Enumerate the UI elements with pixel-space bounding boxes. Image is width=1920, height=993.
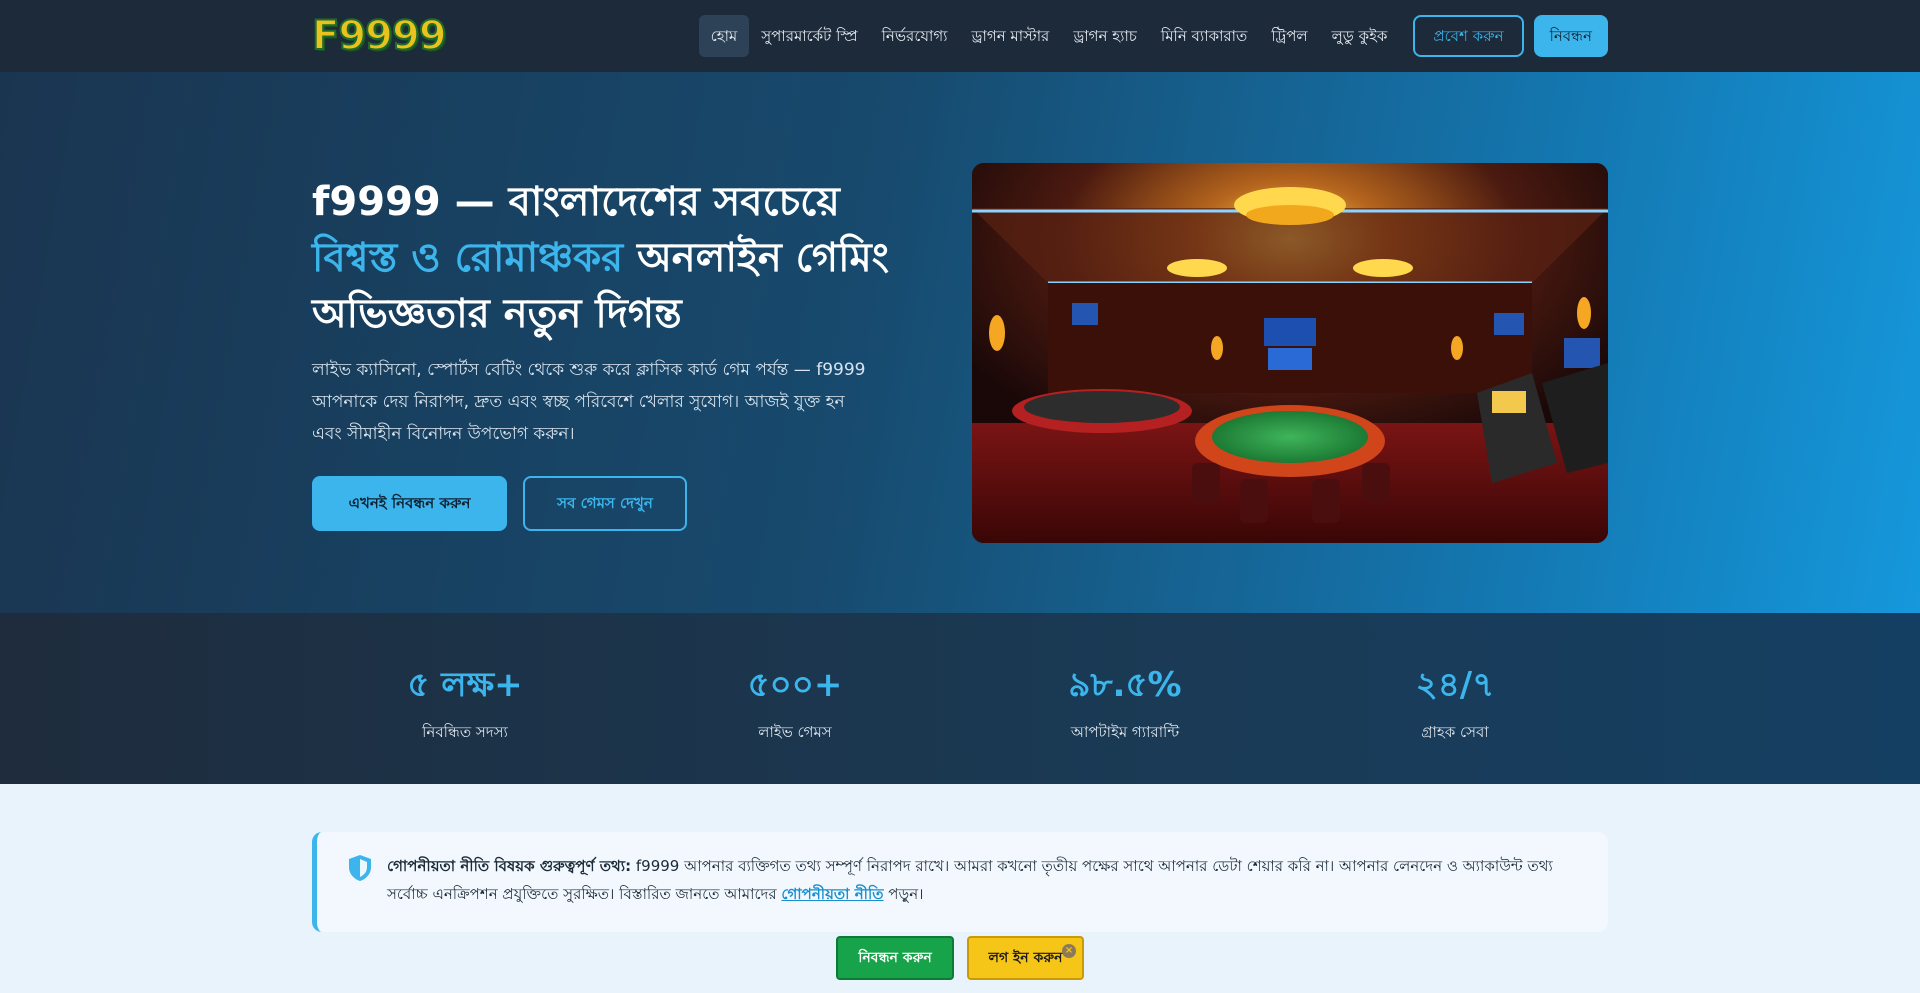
stat-members: ৫ লক্ষ+ নিবন্ধিত সদস্য [345, 663, 585, 746]
stat-uptime: ৯৮.৫% আপটাইম গ্যারান্টি [1005, 663, 1245, 746]
floating-login-button[interactable]: লগ ইন করুন × [967, 936, 1084, 980]
hero-section: f9999 — বাংলাদেশের সবচেয়ে বিশ্বস্ত ও রো… [0, 72, 1920, 613]
privacy-policy-link[interactable]: গোপনীয়তা নীতি [781, 885, 883, 903]
stat-label: আপটাইম গ্যারান্টি [1070, 723, 1180, 741]
view-all-games-button[interactable]: সব গেমস দেখুন [523, 476, 687, 531]
stats-section: ৫ লক্ষ+ নিবন্ধিত সদস্য ৫০০+ লাইভ গেমস ৯৮… [0, 613, 1920, 784]
floating-action-bar: নিবন্ধন করুন লগ ইন করুন × [0, 934, 1920, 990]
hero-subtitle: লাইভ ক্যাসিনো, স্পোর্টস বেটিং থেকে শুরু … [312, 360, 866, 444]
menu-item-dragon-master[interactable]: ড্রাগন মাস্টার [960, 15, 1062, 57]
menu-item-triple[interactable]: ট্রিপল [1259, 15, 1319, 57]
shield-icon [349, 855, 371, 881]
menu-item-ludo-quick[interactable]: লুডু কুইক [1320, 15, 1400, 57]
login-button[interactable]: প্রবেশ করুন [1413, 15, 1524, 57]
stat-value: ২৪/৭ [1415, 665, 1495, 705]
hero-title: f9999 — বাংলাদেশের সবচেয়ে বিশ্বস্ত ও রো… [312, 174, 932, 342]
casino-room-image [972, 163, 1608, 543]
privacy-notice-text: গোপনীয়তা নীতি বিষয়ক গুরুত্বপূর্ণ তথ্য:… [387, 852, 1592, 908]
stat-value: ৯৮.৫% [1068, 665, 1182, 705]
menu-item-dragon-hatch[interactable]: ড্রাগন হ্যাচ [1061, 15, 1149, 57]
stat-label: লাইভ গেমস [758, 723, 832, 741]
privacy-notice: গোপনীয়তা নীতি বিষয়ক গুরুত্বপূর্ণ তথ্য:… [312, 832, 1608, 932]
stat-value: ৫ লক্ষ+ [407, 665, 523, 705]
register-now-button[interactable]: এখনই নিবন্ধন করুন [312, 476, 507, 531]
stat-live-games: ৫০০+ লাইভ গেমস [675, 663, 915, 746]
menu-item-supermarket-spree[interactable]: সুপারমার্কেট স্প্রি [749, 15, 869, 57]
register-button[interactable]: নিবন্ধন [1533, 15, 1608, 57]
stat-label: নিবন্ধিত সদস্য [422, 723, 508, 741]
privacy-notice-tail: পড়ুন। [883, 885, 924, 903]
close-icon[interactable]: × [1062, 944, 1076, 958]
hero-title-part1: f9999 — বাংলাদেশের সবচেয়ে [312, 179, 840, 225]
menu-item-mini-baccarat[interactable]: মিনি ব্যাকারাত [1149, 15, 1259, 57]
stat-support: ২৪/৭ গ্রাহক সেবা [1335, 663, 1575, 746]
site-logo[interactable]: F9999 [311, 12, 448, 60]
stat-label: গ্রাহক সেবা [1421, 723, 1489, 741]
logo-text: F9999 [311, 12, 448, 60]
floating-login-label: লগ ইন করুন [988, 950, 1063, 966]
hero-title-highlight: বিশ্বস্ত ও রোমাঞ্চকর [312, 235, 624, 281]
top-navbar: F9999 হোম সুপারমার্কেট স্প্রি নির্ভরযোগ্… [0, 0, 1920, 72]
menu-item-home[interactable]: হোম [698, 15, 750, 57]
floating-register-button[interactable]: নিবন্ধন করুন [836, 936, 954, 980]
privacy-notice-heading: গোপনীয়তা নীতি বিষয়ক গুরুত্বপূর্ণ তথ্য: [387, 857, 632, 875]
casino-room-illustration [972, 163, 1608, 543]
stat-value: ৫০০+ [747, 665, 843, 705]
menu-item-reliable[interactable]: নির্ভরযোগ্য [870, 15, 960, 57]
main-menu: হোম সুপারমার্কেট স্প্রি নির্ভরযোগ্য ড্রা… [698, 15, 1608, 57]
